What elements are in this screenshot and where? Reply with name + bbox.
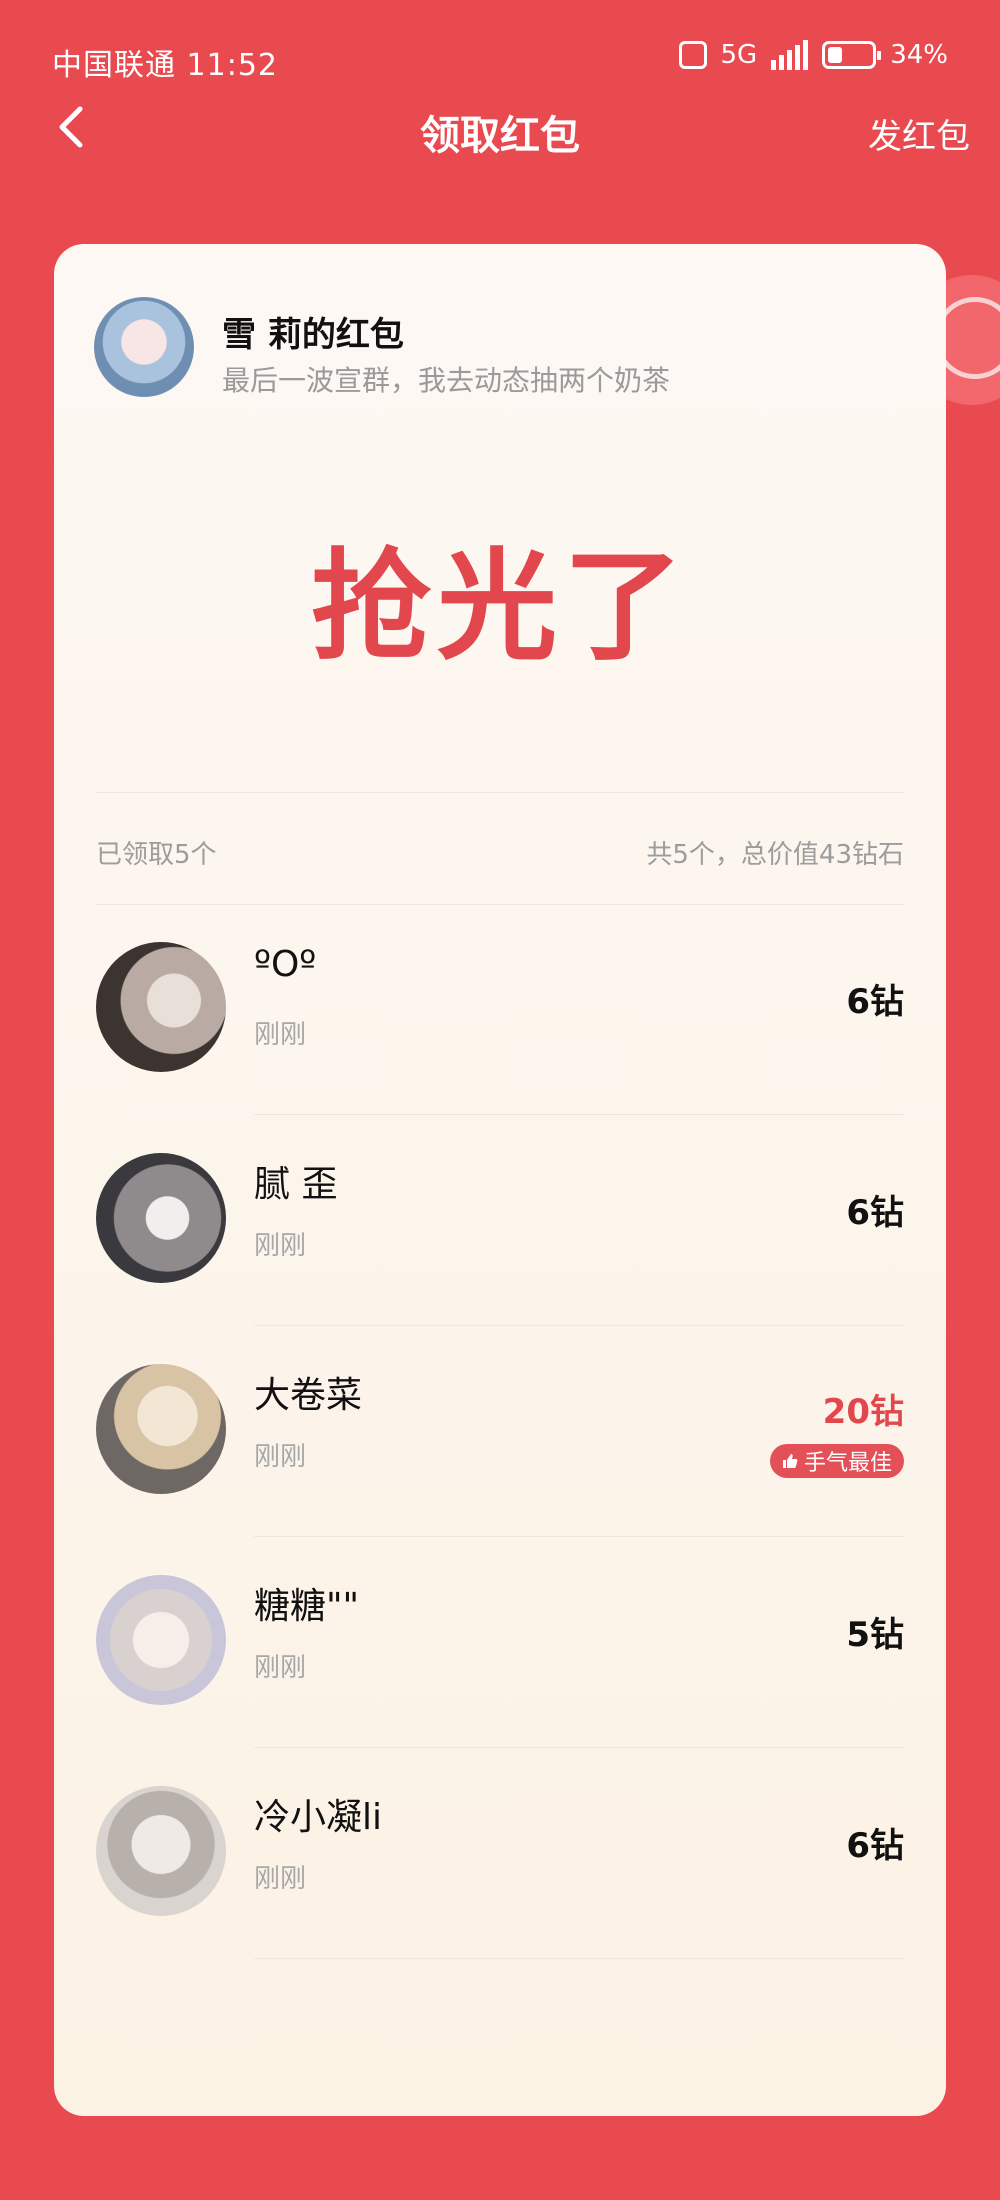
sender-message: 最后一波宣群，我去动态抽两个奶茶 xyxy=(222,364,671,397)
battery-percent: 34% xyxy=(890,40,948,70)
page-title: 领取红包 xyxy=(420,113,580,159)
claim-time: 刚刚 xyxy=(254,1231,307,1261)
vibrate-icon xyxy=(678,41,707,69)
best-luck-label: 手气最佳 xyxy=(803,1451,892,1476)
row-divider xyxy=(254,1958,904,1959)
claimer-name: 冷小凝li xyxy=(254,1797,383,1838)
avatar[interactable] xyxy=(96,1575,226,1705)
claim-amount: 6钻 xyxy=(846,1193,904,1233)
claim-list: ºOº 刚刚 6钻 腻 歪 刚刚 6钻 大卷菜 刚刚 20钻 手气最佳 糖糖""… xyxy=(96,904,904,1959)
thumbs-up-icon xyxy=(782,1454,798,1468)
claimer-name: 大卷菜 xyxy=(254,1375,363,1416)
list-item[interactable]: 腻 歪 刚刚 6钻 xyxy=(96,1115,904,1326)
claimer-name: ºOº xyxy=(254,944,317,985)
claim-time: 刚刚 xyxy=(254,1020,307,1050)
network-type: 5G xyxy=(720,40,758,70)
claim-time: 刚刚 xyxy=(254,1864,307,1894)
claim-time: 刚刚 xyxy=(254,1653,307,1683)
signal-icon xyxy=(771,40,809,70)
claimer-name: 糖糖"" xyxy=(254,1586,360,1627)
claim-amount: 5钻 xyxy=(846,1615,904,1655)
claim-summary: 已领取5个 共5个，总价值43钻石 xyxy=(96,834,904,874)
avatar[interactable] xyxy=(96,1786,226,1916)
avatar[interactable] xyxy=(96,942,226,1072)
sender-name: 雪 莉的红包 xyxy=(222,315,404,355)
battery-icon xyxy=(822,41,882,69)
claimed-count: 已领取5个 xyxy=(96,840,217,870)
list-item[interactable]: 大卷菜 刚刚 20钻 手气最佳 xyxy=(96,1326,904,1537)
send-red-packet-button[interactable]: 发红包 xyxy=(868,109,970,158)
carrier-time: 中国联通 11:52 xyxy=(52,48,278,83)
claim-amount: 6钻 xyxy=(846,982,904,1022)
red-packet-card: 雪 莉的红包 最后一波宣群，我去动态抽两个奶茶 抢光了 已领取5个 共5个，总价… xyxy=(54,244,946,2116)
status-icons: 5G 34% xyxy=(678,40,948,70)
list-item[interactable]: 冷小凝li 刚刚 6钻 xyxy=(96,1748,904,1959)
avatar[interactable] xyxy=(96,1364,226,1494)
avatar[interactable] xyxy=(96,1153,226,1283)
claim-time: 刚刚 xyxy=(254,1442,307,1472)
list-item[interactable]: ºOº 刚刚 6钻 xyxy=(96,904,904,1115)
list-item[interactable]: 糖糖"" 刚刚 5钻 xyxy=(96,1537,904,1748)
claimer-name: 腻 歪 xyxy=(254,1164,338,1205)
status-text: 抢光了 xyxy=(311,536,689,677)
header: 领取红包 发红包 xyxy=(0,95,1000,165)
battery-fill xyxy=(828,47,843,63)
sender-avatar[interactable] xyxy=(94,297,194,397)
claim-amount: 20钻 xyxy=(822,1392,904,1432)
claim-amount: 6钻 xyxy=(846,1826,904,1866)
total-value: 共5个，总价值43钻石 xyxy=(646,840,904,870)
best-luck-badge: 手气最佳 xyxy=(769,1444,904,1478)
sender-info: 雪 莉的红包 最后一波宣群，我去动态抽两个奶茶 xyxy=(94,297,914,407)
status-bar: 中国联通 11:52 5G 34% xyxy=(0,0,1000,90)
divider xyxy=(96,792,904,793)
